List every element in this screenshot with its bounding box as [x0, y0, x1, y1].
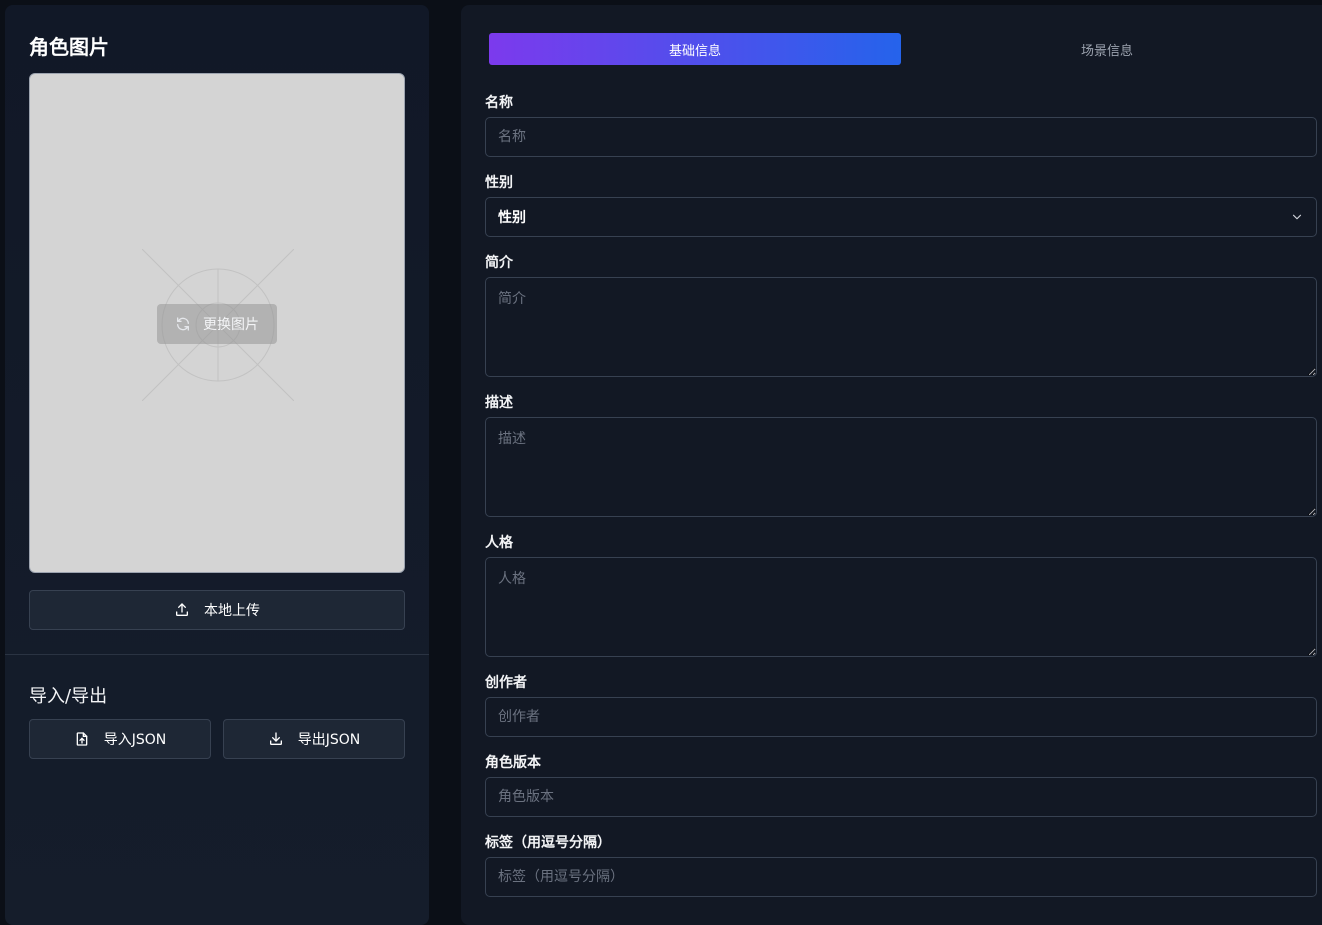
section-divider — [5, 654, 429, 655]
export-json-button[interactable]: 导出JSON — [223, 719, 405, 759]
import-json-label: 导入JSON — [103, 732, 167, 748]
upload-label: 本地上传 — [204, 603, 260, 619]
gender-label: 性别 — [485, 175, 513, 191]
description-label: 描述 — [485, 395, 513, 411]
description-textarea[interactable] — [485, 417, 1317, 517]
creator-input[interactable] — [485, 697, 1317, 737]
gender-select[interactable]: 性别 — [485, 197, 1317, 237]
character-form-panel: 基础信息 场景信息 名称 性别 性别 简介 描述 人格 创作者 角色版本 标签（… — [461, 5, 1322, 925]
refresh-icon — [175, 316, 191, 332]
summary-label: 简介 — [485, 255, 513, 271]
upload-icon — [174, 602, 190, 618]
file-import-icon — [74, 731, 90, 747]
gender-select-value: 性别 — [498, 210, 526, 226]
tags-label: 标签（用逗号分隔） — [485, 835, 611, 851]
version-input[interactable] — [485, 777, 1317, 817]
name-label: 名称 — [485, 95, 513, 111]
version-label: 角色版本 — [485, 755, 541, 771]
local-upload-button[interactable]: 本地上传 — [29, 590, 405, 630]
creator-label: 创作者 — [485, 675, 527, 691]
personality-label: 人格 — [485, 535, 513, 551]
personality-textarea[interactable] — [485, 557, 1317, 657]
import-json-button[interactable]: 导入JSON — [29, 719, 211, 759]
io-section-title: 导入/导出 — [29, 686, 108, 707]
chevron-down-icon — [1290, 210, 1304, 224]
character-image-preview[interactable]: 更换图片 — [29, 73, 405, 573]
tab-basic-info[interactable]: 基础信息 — [489, 33, 901, 65]
image-section-title: 角色图片 — [29, 35, 109, 59]
download-icon — [268, 731, 284, 747]
change-image-label: 更换图片 — [203, 317, 259, 333]
change-image-button[interactable]: 更换图片 — [157, 304, 277, 344]
tags-input[interactable] — [485, 857, 1317, 897]
name-input[interactable] — [485, 117, 1317, 157]
tab-scene-info[interactable]: 场景信息 — [901, 33, 1313, 65]
summary-textarea[interactable] — [485, 277, 1317, 377]
left-panel: 角色图片 更换图片 本地上传 导入/导出 导入JSON 导出JSON — [5, 5, 429, 925]
export-json-label: 导出JSON — [297, 732, 361, 748]
